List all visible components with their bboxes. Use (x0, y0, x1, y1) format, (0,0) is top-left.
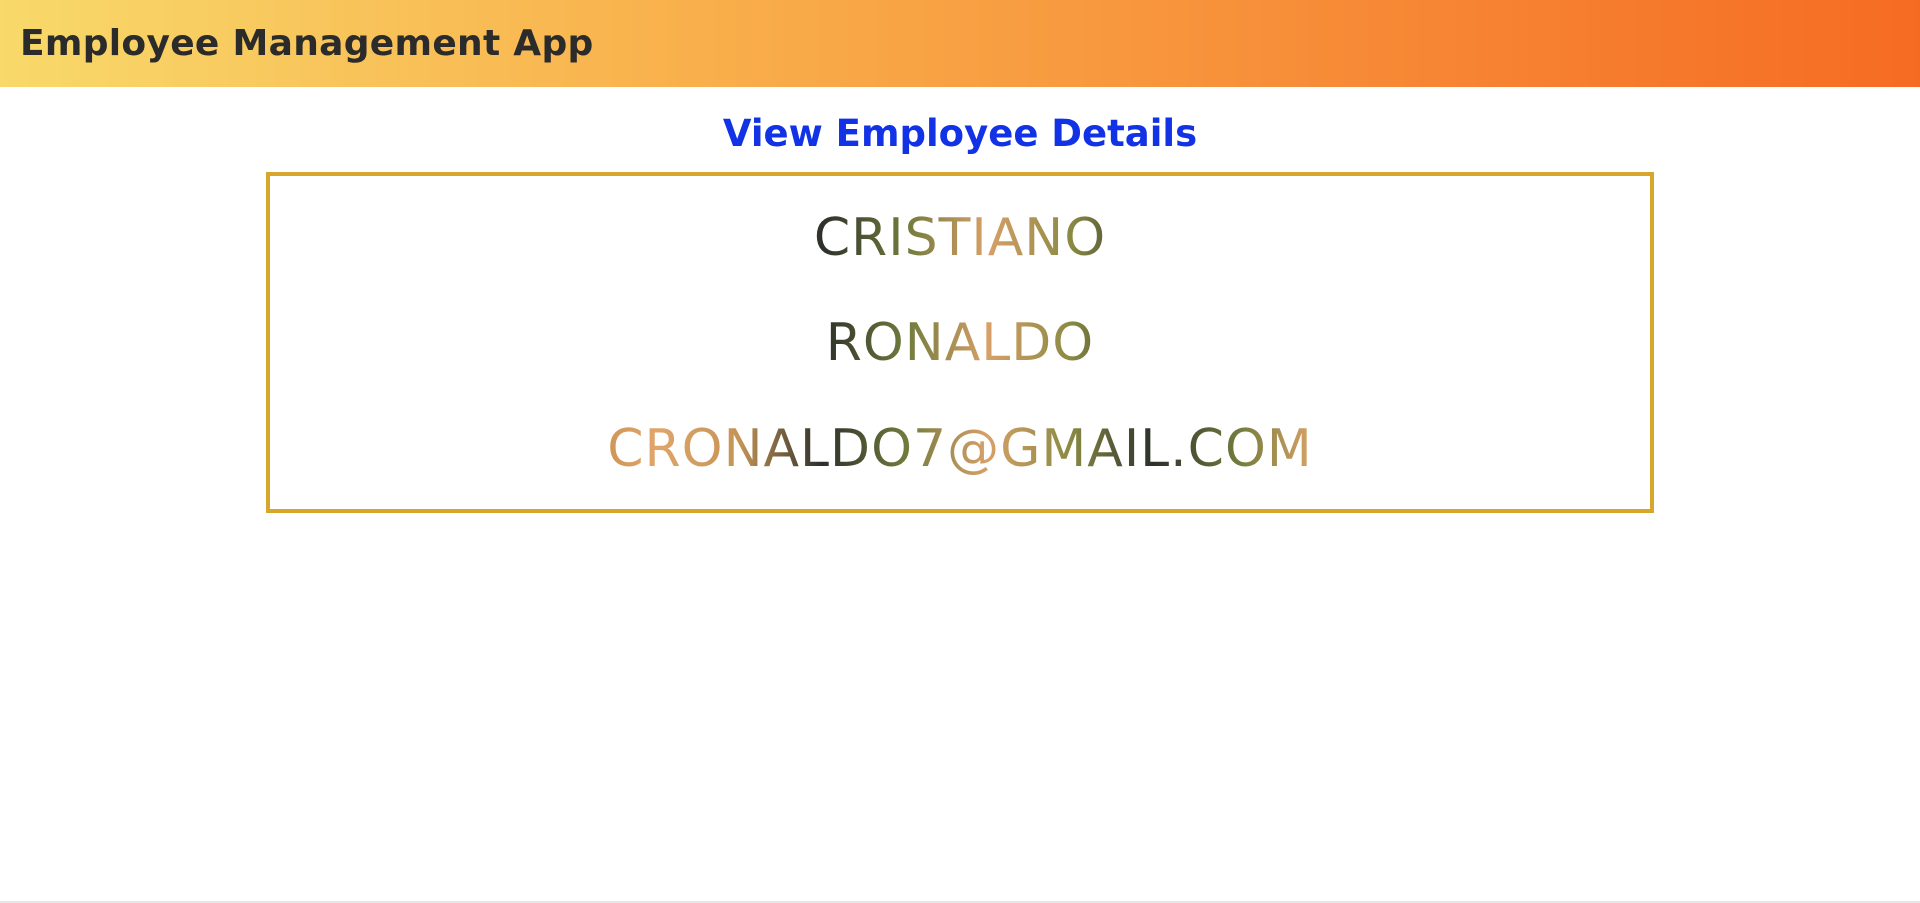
employee-last-name: RONALDO (270, 313, 1650, 373)
top-navbar: Employee Management App (0, 0, 1920, 87)
employee-first-name: CRISTIANO (270, 208, 1650, 268)
employee-email: CRONALDO7@GMAIL.COM (270, 419, 1650, 479)
app-title[interactable]: Employee Management App (20, 23, 594, 64)
page-title: View Employee Details (722, 112, 1198, 155)
employee-details-card: CRISTIANO RONALDO CRONALDO7@GMAIL.COM (266, 172, 1654, 513)
